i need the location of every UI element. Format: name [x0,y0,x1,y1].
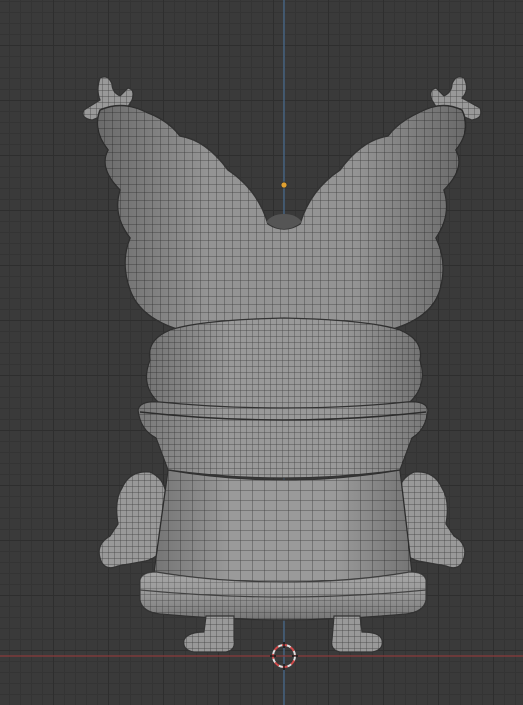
character-mesh[interactable] [82,76,482,653]
3d-viewport[interactable] [0,0,523,705]
left-foot[interactable] [183,615,235,653]
object-origin-dot[interactable] [280,181,288,189]
right-foot[interactable] [331,615,383,653]
viewport-canvas[interactable] [0,0,523,705]
